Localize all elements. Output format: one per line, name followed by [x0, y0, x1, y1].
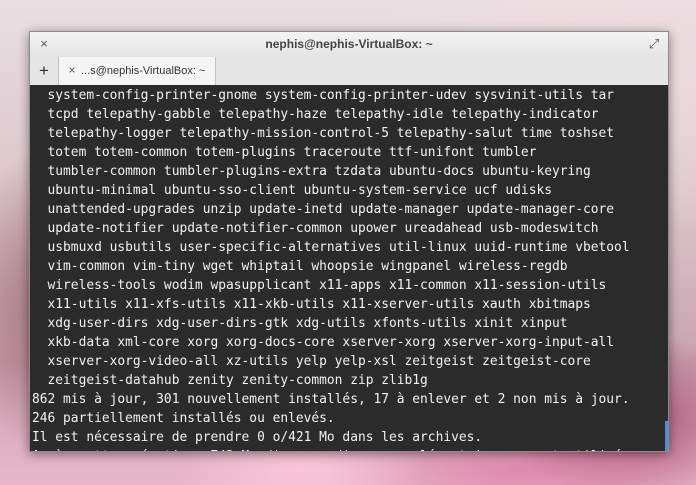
window-title: nephis@nephis-VirtualBox: ~: [265, 37, 433, 51]
terminal-line-text: wireless-tools wodim wpasupplicant x11-a…: [32, 278, 607, 293]
terminal-line: tumbler-common tumbler-plugins-extra tzd…: [32, 162, 637, 181]
terminal-line-text: tumbler-common tumbler-plugins-extra tzd…: [32, 164, 591, 179]
terminal-line: xserver-xorg-video-all xz-utils yelp yel…: [32, 352, 637, 371]
terminal-line: vim-common vim-tiny wget whiptail whoops…: [32, 257, 637, 276]
terminal-line: telepathy-logger telepathy-mission-contr…: [32, 124, 637, 143]
terminal-line-text: 246 partiellement installés ou enlevés.: [32, 411, 335, 426]
terminal-line-text: ubuntu-minimal ubuntu-sso-client ubuntu-…: [32, 183, 552, 198]
terminal-window: × nephis@nephis-VirtualBox: ~ ⤢ + × ...s…: [29, 31, 669, 452]
terminal-line: system-config-printer-gnome system-confi…: [32, 86, 637, 105]
terminal-line-text: unattended-upgrades unzip update-inetd u…: [32, 202, 615, 217]
terminal-line-text: xkb-data xml-core xorg xorg-docs-core xs…: [32, 335, 615, 350]
terminal-line-text: update-notifier update-notifier-common u…: [32, 221, 599, 236]
terminal-line-text: xdg-user-dirs xdg-user-dirs-gtk xdg-util…: [32, 316, 568, 331]
terminal-line-text: Il est nécessaire de prendre 0 o/421 Mo …: [32, 430, 483, 445]
terminal-line-text: Après cette opération, 743 Mo d'espace d…: [32, 449, 637, 451]
terminal-line-text: system-config-printer-gnome system-confi…: [32, 88, 615, 103]
terminal-line: usbmuxd usbutils user-specific-alternati…: [32, 238, 637, 257]
terminal-lines: system-config-printer-gnome system-confi…: [32, 86, 637, 451]
title-bar[interactable]: × nephis@nephis-VirtualBox: ~ ⤢: [30, 32, 668, 58]
tab-bar: + × ...s@nephis-VirtualBox: ~: [30, 57, 668, 86]
terminal-output[interactable]: system-config-printer-gnome system-confi…: [30, 85, 668, 451]
terminal-line-text: telepathy-logger telepathy-mission-contr…: [32, 126, 615, 141]
tab-terminal[interactable]: × ...s@nephis-VirtualBox: ~: [58, 57, 216, 85]
scrollbar-thumb[interactable]: [665, 421, 668, 451]
terminal-line: totem totem-common totem-plugins tracero…: [32, 143, 637, 162]
terminal-line-text: zeitgeist-datahub zenity zenity-common z…: [32, 373, 428, 388]
terminal-line: Après cette opération, 743 Mo d'espace d…: [32, 447, 637, 451]
terminal-line-text: xserver-xorg-video-all xz-utils yelp yel…: [32, 354, 591, 369]
tab-close-icon[interactable]: ×: [65, 63, 79, 77]
tab-label: ...s@nephis-VirtualBox: ~: [81, 65, 206, 77]
terminal-line: 862 mis à jour, 301 nouvellement install…: [32, 390, 637, 409]
terminal-line: wireless-tools wodim wpasupplicant x11-a…: [32, 276, 637, 295]
terminal-line: tcpd telepathy-gabble telepathy-haze tel…: [32, 105, 637, 124]
terminal-line: Il est nécessaire de prendre 0 o/421 Mo …: [32, 428, 637, 447]
terminal-line-text: usbmuxd usbutils user-specific-alternati…: [32, 240, 630, 255]
terminal-line: zeitgeist-datahub zenity zenity-common z…: [32, 371, 637, 390]
terminal-line: unattended-upgrades unzip update-inetd u…: [32, 200, 637, 219]
terminal-line: xdg-user-dirs xdg-user-dirs-gtk xdg-util…: [32, 314, 637, 333]
terminal-line: update-notifier update-notifier-common u…: [32, 219, 637, 238]
terminal-line: 246 partiellement installés ou enlevés.: [32, 409, 637, 428]
new-tab-button[interactable]: +: [34, 61, 54, 81]
terminal-line: ubuntu-minimal ubuntu-sso-client ubuntu-…: [32, 181, 637, 200]
terminal-line-text: tcpd telepathy-gabble telepathy-haze tel…: [32, 107, 599, 122]
terminal-line-text: x11-utils x11-xfs-utils x11-xkb-utils x1…: [32, 297, 591, 312]
terminal-line: x11-utils x11-xfs-utils x11-xkb-utils x1…: [32, 295, 637, 314]
terminal-line-text: totem totem-common totem-plugins tracero…: [32, 145, 537, 160]
terminal-line-text: vim-common vim-tiny wget whiptail whoops…: [32, 259, 568, 274]
maximize-icon[interactable]: ⤢: [646, 36, 662, 52]
terminal-line: xkb-data xml-core xorg xorg-docs-core xs…: [32, 333, 637, 352]
terminal-line-text: 862 mis à jour, 301 nouvellement install…: [32, 392, 630, 407]
